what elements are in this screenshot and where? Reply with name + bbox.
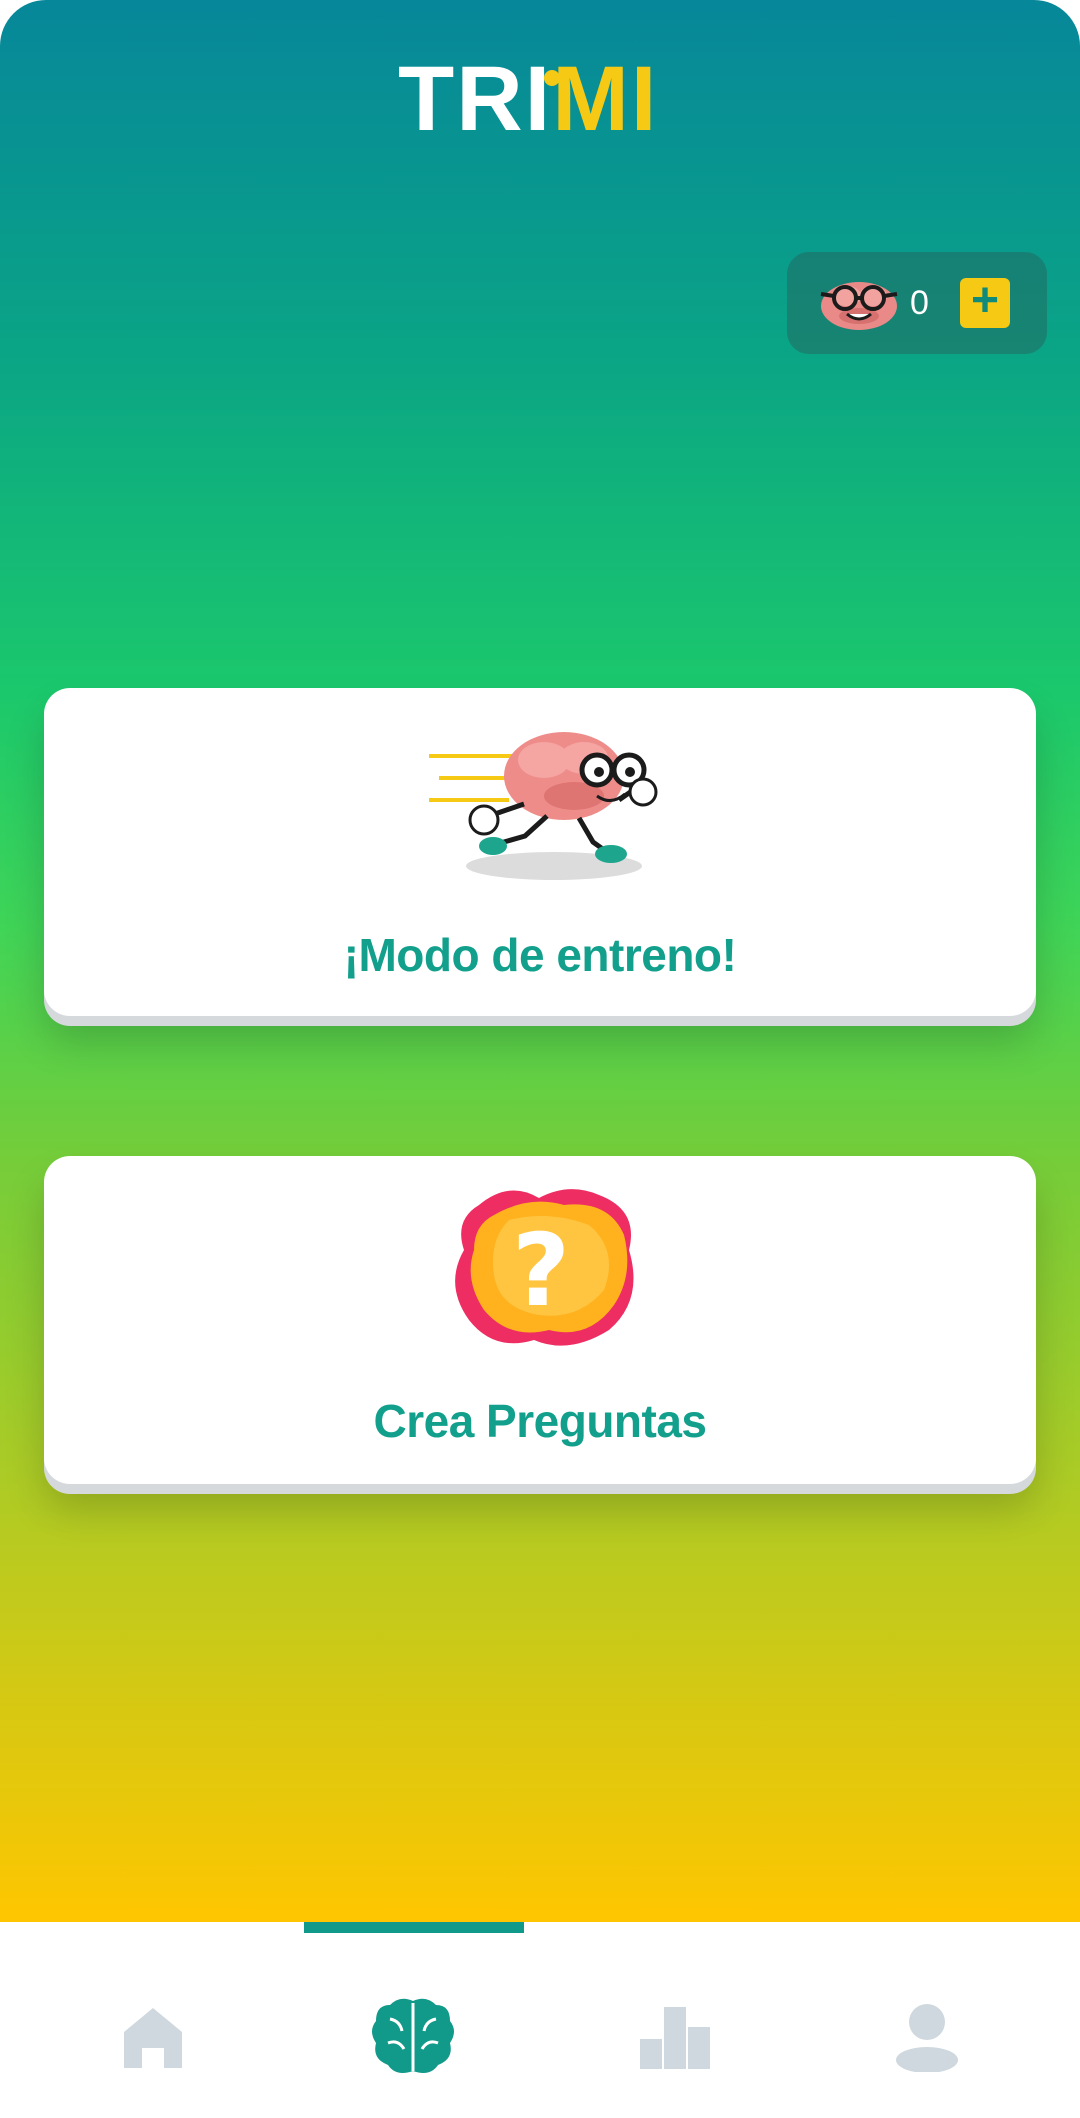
create-questions-title: Crea Preguntas (373, 1395, 707, 1447)
active-tab-indicator (304, 1922, 524, 1933)
podium-icon (640, 2007, 710, 2069)
plus-icon: + (970, 274, 1000, 327)
main-screen: TRI MI 0 + ¡Modo de entreno! ? Crea Preg… (0, 0, 1080, 1922)
profile-icon (896, 2004, 958, 2072)
running-brain-icon (429, 732, 658, 880)
coin-balance: 0 + (787, 252, 1047, 354)
brain-glasses-icon (820, 282, 898, 330)
trimi-logo: TRI MI (398, 48, 688, 150)
tab-brain[interactable] (358, 1982, 468, 2092)
tab-home[interactable] (98, 1982, 208, 2092)
tab-profile[interactable] (872, 1982, 982, 2092)
brain-icon (372, 1998, 454, 2073)
bottom-tab-bar (0, 1922, 1080, 2118)
svg-text:?: ? (512, 1212, 570, 1329)
add-coins-button[interactable]: + (960, 274, 1010, 328)
create-questions-card[interactable]: ? Crea Preguntas (44, 1156, 1036, 1484)
home-icon (124, 2008, 182, 2068)
tab-ranking[interactable] (620, 1982, 730, 2092)
training-mode-card[interactable]: ¡Modo de entreno! (44, 688, 1036, 1016)
training-mode-title: ¡Modo de entreno! (343, 929, 737, 981)
coin-count: 0 (910, 284, 929, 322)
logo-text-mi: MI (552, 48, 659, 150)
logo-dot (544, 70, 560, 86)
question-mark-icon: ? (455, 1189, 634, 1346)
logo-text-tri: TRI (398, 48, 553, 150)
